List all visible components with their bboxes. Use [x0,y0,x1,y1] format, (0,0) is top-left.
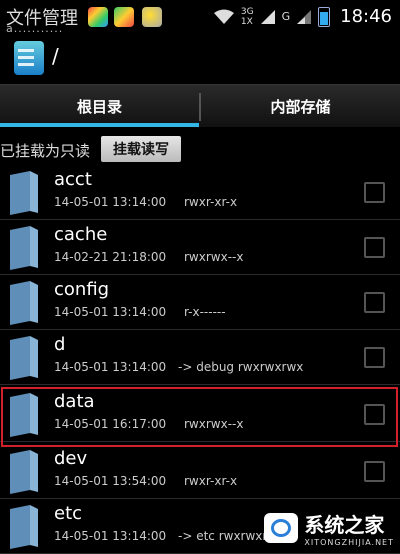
file-name: etc [54,503,83,524]
file-name: cache [54,224,108,245]
folder-icon [10,505,38,549]
signal-icon [260,9,275,24]
watermark-subtitle: XITONGZHIJIA.NET [304,538,394,547]
file-row-config[interactable]: config 14-05-01 13:14:00 r-x------ [0,275,400,330]
folder-icon [10,393,38,437]
folder-icon [10,171,38,215]
folder-icon [10,336,38,380]
file-date: 14-05-01 13:14:00 [54,360,167,374]
file-permissions: rwxrwx--x [184,250,244,264]
file-date: 14-05-01 16:17:00 [54,417,167,431]
file-date: 14-05-01 13:14:00 [54,195,167,209]
file-permissions: rwxr-xr-x [184,195,238,209]
wifi-icon [213,9,234,24]
file-checkbox[interactable] [364,461,385,482]
battery-icon [318,6,331,27]
app-notification-icon [88,7,108,27]
network-1x-label: 1X [240,16,253,27]
file-row-acct[interactable]: acct 14-05-01 13:14:00 rwxr-xr-x [0,165,400,220]
file-date: 14-02-21 21:18:00 [54,250,167,264]
file-checkbox[interactable] [364,347,385,368]
file-row-cache[interactable]: cache 14-02-21 21:18:00 rwxrwx--x [0,220,400,275]
file-permissions: rwxr-xr-x [184,474,238,488]
clock: 18:46 [340,6,392,27]
file-checkbox[interactable] [364,404,385,425]
weather-icon [142,7,162,27]
file-checkbox[interactable] [364,237,385,258]
file-name: data [54,391,95,412]
store-notification-icon [114,7,134,27]
app-logo-icon[interactable] [14,41,44,75]
file-name: dev [54,448,88,469]
file-checkbox[interactable] [364,182,385,203]
file-name: config [54,279,110,300]
status-indicators: 3G 1X G 18:46 [213,6,392,27]
mount-bar: 已挂载为只读 挂载读写 [0,134,400,166]
tab-internal-storage[interactable]: 内部存储 [201,85,400,127]
network-g-label: G [281,10,291,23]
folder-icon [10,226,38,270]
file-row-dev[interactable]: dev 14-05-01 13:54:00 rwxr-xr-x [0,444,400,499]
current-path: / [52,44,59,68]
file-permissions: -> debug rwxrwxrwx [178,360,304,374]
watermark-logo-icon [264,513,299,543]
tab-bar: 根目录 内部存储 [0,84,400,127]
mount-read-write-button[interactable]: 挂载读写 [101,136,181,162]
mount-status: 已挂载为只读 [0,142,91,160]
watermark-title: 系统之家 [304,513,385,537]
file-permissions: rwxrwx--x [184,417,244,431]
file-date: 14-05-01 13:54:00 [54,474,167,488]
folder-icon [10,281,38,325]
file-name: acct [54,169,92,190]
file-name: d [54,334,66,355]
file-permissions: r-x------ [184,305,226,319]
signal-2-icon [297,9,312,24]
status-bar: 文件管理 a........... 3G 1X G 18:46 [0,0,400,35]
watermark: 系统之家 XITONGZHIJIA.NET [264,510,394,547]
file-date: 14-05-01 13:14:00 [54,529,167,543]
app-header [0,34,400,84]
tab-root[interactable]: 根目录 [0,85,199,127]
file-row-d[interactable]: d 14-05-01 13:14:00 -> debug rwxrwxrwx [0,330,400,385]
file-date: 14-05-01 13:14:00 [54,305,167,319]
file-checkbox[interactable] [364,292,385,313]
file-row-data[interactable]: data 14-05-01 16:17:00 rwxrwx--x [0,387,400,442]
network-3g-label: 3G [240,6,254,17]
active-tab-indicator [0,123,199,127]
folder-icon [10,450,38,494]
